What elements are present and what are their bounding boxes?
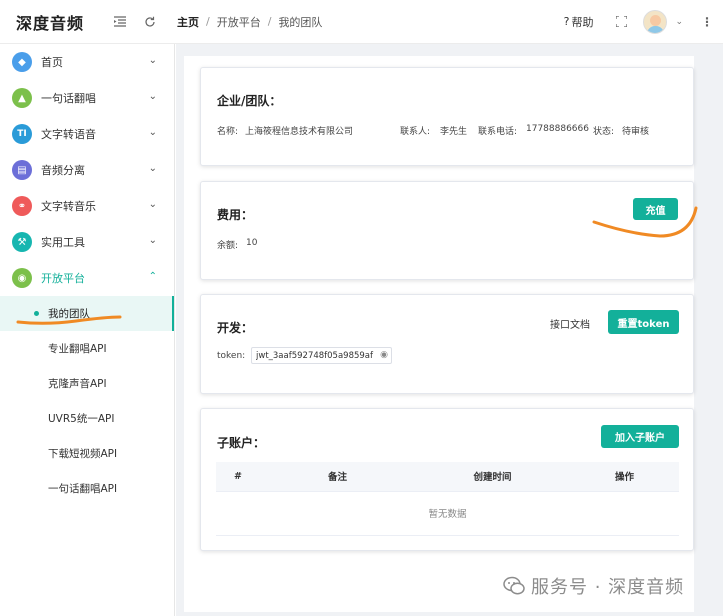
subaccounts-title: 子账户： [217,436,266,450]
table-header-row: # 备注 创建时间 操作 [216,462,679,492]
subaccounts-card: 子账户： 加入子账户 # 备注 创建时间 操作 暂无数据 [200,408,694,551]
sidebar-item-label: 首页 [41,56,63,69]
fees-card: 费用： 余额: 10 充值 [200,181,694,280]
layers-icon: ▤ [12,160,32,180]
token-label: token: [217,351,246,361]
chevron-down-icon[interactable]: ⌄ [675,17,683,27]
sidebar-item-label: 实用工具 [41,236,85,249]
content-panel: 企业/团队： 名称: 上海筱程信息技术有限公司 联系人: 李先生 联系电话: 1… [184,56,694,612]
text-icon: TI [12,124,32,144]
table-row: 暂无数据 [216,491,679,536]
company-title: 企业/团队： [217,94,282,108]
sidebar-item-audio-separation[interactable]: ▤ 音频分离 ⌄ [0,152,174,188]
main-area: 企业/团队： 名称: 上海筱程信息技术有限公司 联系人: 李先生 联系电话: 1… [176,44,723,616]
chevron-down-icon: ⌄ [148,127,157,138]
fullscreen-icon[interactable] [611,16,631,27]
chevron-up-icon: ⌃ [148,271,157,282]
dev-title: 开发： [217,321,254,335]
company-card: 企业/团队： 名称: 上海筱程信息技术有限公司 联系人: 李先生 联系电话: 1… [200,67,694,166]
reset-token-button[interactable]: 重置token [608,310,679,334]
sidebar-item-tts[interactable]: TI 文字转语音 ⌄ [0,116,174,152]
sidebar-item-label: 开放平台 [41,272,85,285]
sidebar-item-cover-song[interactable]: ▲ 一句话翻唱 ⌄ [0,80,174,116]
company-name-value: 上海筱程信息技术有限公司 [245,127,354,137]
menu-collapse-icon[interactable] [105,0,135,44]
sidebar-subitem-pro-cover-api[interactable]: 专业翻唱API [0,331,174,366]
column-header-actions: 操作 [570,462,679,492]
balance-label: 余额: [217,241,239,251]
sidebar-subitem-label: 专业翻唱API [48,343,107,355]
breadcrumb-home[interactable]: 主页 [177,14,199,30]
subaccounts-table: # 备注 创建时间 操作 暂无数据 [216,462,679,536]
column-header-index: # [216,462,260,492]
active-dot [34,311,39,316]
watermark-text: 服务号 · 深度音频 [531,577,685,598]
watermark: 服务号 · 深度音频 [503,573,684,599]
top-header: 深度音频 主页 / 开放平台 / 我的团队 ? 帮助 ⌄ ⋮ [0,0,723,44]
breadcrumb-separator: / [267,15,272,28]
token-field[interactable]: jwt_3aaf592748f05a9859af17 ◉ [251,347,392,364]
refresh-icon[interactable] [135,0,165,44]
sidebar-item-home[interactable]: ◆ 首页 ⌄ [0,44,174,80]
status-label: 状态: [593,127,615,137]
breadcrumb-separator: / [206,15,210,28]
more-icon[interactable]: ⋮ [701,16,713,28]
open-platform-icon: ◉ [12,268,32,288]
sidebar-subitem-voice-clone-api[interactable]: 克隆声音API [0,366,174,401]
sidebar-subitem-cover-song-api[interactable]: 一句话翻唱API [0,471,174,506]
contact-label: 联系人: [400,127,431,137]
sidebar-item-label: 文字转语音 [41,128,96,141]
chevron-down-icon: ⌄ [148,91,157,102]
app-logo: 深度音频 [16,13,85,33]
phone-label: 联系电话: [478,127,518,137]
status-value: 待审核 [622,127,650,137]
empty-state-text: 暂无数据 [216,491,679,536]
column-header-created: 创建时间 [415,462,570,492]
chevron-down-icon: ⌄ [148,235,157,246]
chevron-down-icon: ⌄ [148,199,157,210]
sidebar-subitem-uvr5-api[interactable]: UVR5统一API [0,401,174,436]
dev-card: 开发： 接口文档 重置token token: jwt_3aaf592748f0… [200,294,694,394]
token-value: jwt_3aaf592748f05a9859af17 [256,350,374,361]
sidebar-subitem-label: 一句话翻唱API [48,483,118,495]
phone-value: 17788886666 [526,124,589,134]
contact-value: 李先生 [440,127,468,137]
sidebar-subitem-short-video-api[interactable]: 下载短视频API [0,436,174,471]
sidebar-item-label: 音频分离 [41,164,85,177]
add-subaccount-button[interactable]: 加入子账户 [601,425,679,448]
help-label: 帮助 [571,15,594,29]
eye-icon[interactable]: ◉ [380,350,388,360]
sidebar-subitem-label: 下载短视频API [48,448,118,460]
user-avatar[interactable] [643,9,668,34]
sidebar: ◆ 首页 ⌄ ▲ 一句话翻唱 ⌄ TI 文字转语音 ⌄ ▤ 音频分离 ⌄ ⚭ 文… [0,44,175,616]
breadcrumb: 主页 / 开放平台 / 我的团队 [177,14,322,30]
sidebar-item-open-platform[interactable]: ◉ 开放平台 ⌃ [0,260,174,296]
breadcrumb-current: 我的团队 [278,15,323,29]
breadcrumb-open-platform[interactable]: 开放平台 [217,14,261,30]
recharge-button[interactable]: 充值 [633,198,678,220]
fees-title: 费用： [217,208,254,222]
company-name-label: 名称: [217,127,239,137]
wechat-icon [503,576,525,596]
sidebar-subitem-my-team[interactable]: 我的团队 [0,296,174,331]
thumbs-up-icon: ▲ [12,88,32,108]
headphones-icon: ⚭ [12,196,32,216]
sidebar-item-label: 文字转音乐 [41,200,96,213]
sidebar-item-text-to-music[interactable]: ⚭ 文字转音乐 ⌄ [0,188,174,224]
sidebar-item-label: 一句话翻唱 [41,92,96,105]
sidebar-item-tools[interactable]: ⚒ 实用工具 ⌄ [0,224,174,260]
balance-value: 10 [246,238,258,248]
sidebar-subitem-label: 克隆声音API [48,378,107,390]
question-icon: ? [563,15,570,28]
help-button[interactable]: ? 帮助 [564,14,594,30]
sidebar-subitem-label: UVR5统一API [48,413,115,425]
column-header-remark: 备注 [260,462,415,492]
chevron-down-icon: ⌄ [148,163,157,174]
wrench-icon: ⚒ [12,232,32,252]
chevron-down-icon: ⌄ [148,55,157,66]
sidebar-subitem-label: 我的团队 [48,308,90,320]
diamond-icon: ◆ [12,52,32,72]
api-docs-link[interactable]: 接口文档 [550,316,590,331]
